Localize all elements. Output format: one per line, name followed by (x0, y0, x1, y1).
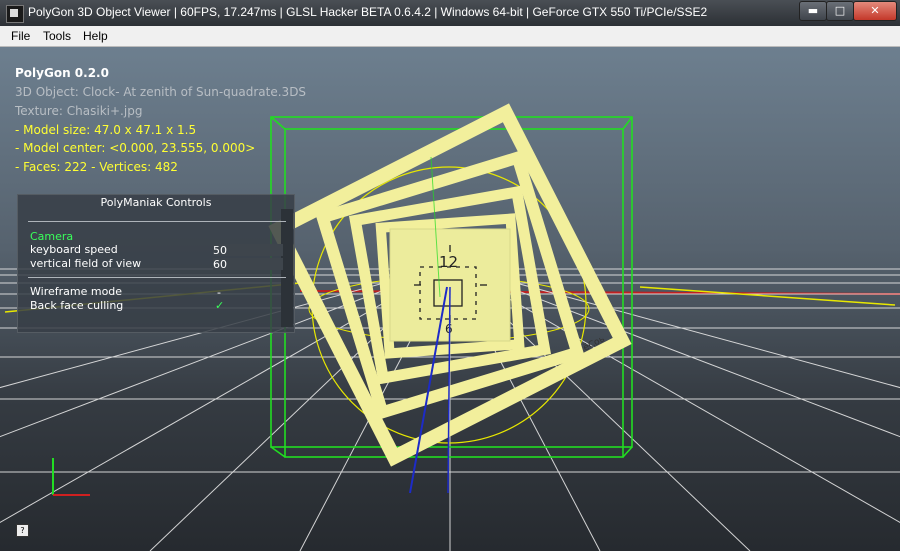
menu-tools[interactable]: Tools (43, 29, 71, 43)
texture-name: Texture: Chasiki+.jpg (15, 104, 143, 118)
panel-divider (28, 221, 286, 222)
backface-label: Back face culling (30, 299, 124, 312)
panel-divider (28, 277, 286, 278)
3d-viewport[interactable]: ющщ ёСоь 12 6 PolyGon 0.2.0 3D Object: C… (0, 47, 900, 551)
menu-bar: File Tools Help (0, 26, 900, 47)
maximize-button[interactable]: □ (826, 1, 854, 21)
object-name: 3D Object: Clock- At zenith of Sun-quadr… (15, 85, 307, 99)
app-icon (6, 5, 24, 23)
camera-section-header[interactable]: Camera (30, 230, 73, 243)
model-size: - Model size: 47.0 x 47.1 x 1.5 (15, 123, 197, 137)
app-name: PolyGon 0.2.0 (15, 66, 109, 80)
backface-checkbox[interactable]: ✓ (215, 299, 285, 312)
grid-edge-right (639, 286, 896, 306)
menu-help[interactable]: Help (83, 29, 108, 43)
close-button[interactable]: ✕ (853, 1, 897, 21)
fov-field[interactable]: 60 (213, 258, 283, 271)
app-window: PolyGon 3D Object Viewer | 60FPS, 17.247… (0, 0, 900, 551)
title-bar[interactable]: PolyGon 3D Object Viewer | 60FPS, 17.247… (0, 0, 900, 26)
help-icon[interactable]: ? (16, 524, 29, 537)
window-title: PolyGon 3D Object Viewer | 60FPS, 17.247… (28, 5, 708, 19)
menu-file[interactable]: File (11, 29, 30, 43)
controls-panel: PolyManiak Controls Camera keyboard spee… (17, 194, 295, 333)
model-center: - Model center: <0.000, 23.555, 0.000> (15, 141, 256, 155)
clock-numeral-12: 12 (439, 253, 458, 271)
minimize-button[interactable]: ▬ (799, 1, 827, 21)
wireframe-label: Wireframe mode (30, 285, 123, 298)
controls-panel-title: PolyManiak Controls (100, 196, 212, 209)
wireframe-toggle[interactable]: - (217, 286, 287, 299)
fov-label: vertical field of view (30, 257, 142, 270)
keyboard-speed-field[interactable]: 50 (213, 244, 283, 257)
faces-vertices: - Faces: 222 - Vertices: 482 (15, 160, 178, 174)
keyboard-speed-label: keyboard speed (30, 243, 118, 256)
